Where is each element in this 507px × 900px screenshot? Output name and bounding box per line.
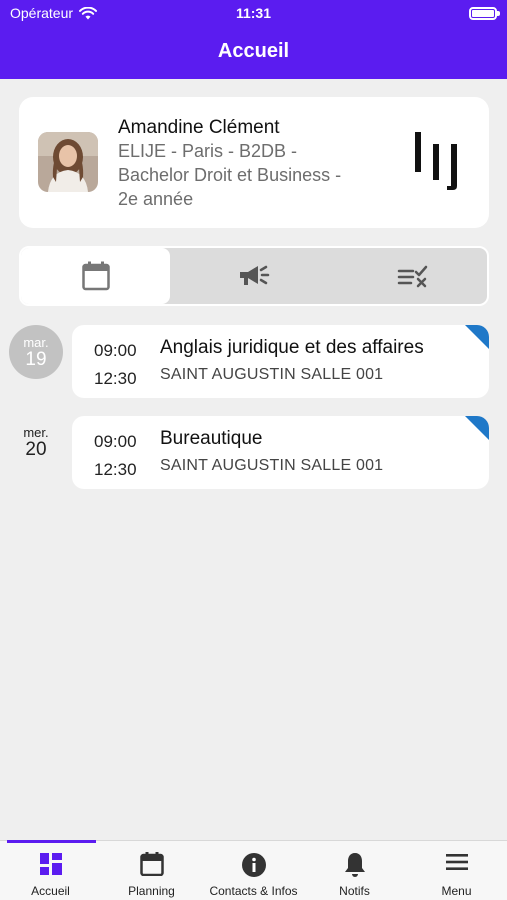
- profile-info: Amandine Clément ELIJE - Paris - B2DB - …: [118, 117, 388, 211]
- tab-menu[interactable]: Menu: [406, 841, 507, 900]
- tab-bar: Accueil Planning Contacts & Infos Notifs: [0, 840, 507, 900]
- calendar-icon: [81, 261, 110, 291]
- event-corner-tag: [465, 325, 489, 349]
- calendar-icon: [139, 852, 164, 876]
- date-badge: mer. 20: [9, 415, 63, 469]
- event-start: 09:00: [94, 432, 137, 451]
- checklist-icon: [397, 265, 427, 288]
- event-card[interactable]: 09:00 12:30 Bureautique SAINT AUGUSTIN S…: [72, 416, 489, 489]
- program-line-2: Bachelor Droit et Business -: [118, 165, 342, 185]
- student-name: Amandine Clément: [118, 117, 280, 138]
- dashboard-icon: [39, 853, 62, 875]
- profile-card[interactable]: Amandine Clément ELIJE - Paris - B2DB - …: [19, 97, 489, 228]
- bell-icon: [344, 853, 365, 877]
- school-logo: [415, 132, 457, 190]
- program-line-1: ELIJE - Paris - B2DB -: [118, 141, 298, 161]
- page-title: Accueil: [217, 40, 290, 62]
- megaphone-icon: [240, 265, 270, 285]
- status-bar: Opérateur 11:31: [10, 5, 500, 25]
- event-title: Anglais juridique et des affaires: [160, 337, 424, 358]
- program-line-3: 2e année: [118, 189, 194, 209]
- event-times: 09:00 12:30: [94, 428, 144, 484]
- event-end: 12:30: [94, 369, 137, 388]
- event-card[interactable]: 09:00 12:30 Anglais juridique et des aff…: [72, 325, 489, 398]
- battery-icon: [469, 7, 500, 20]
- segment-calendar[interactable]: [21, 248, 170, 304]
- event-corner-tag: [465, 416, 489, 440]
- event-title: Bureautique: [160, 428, 263, 449]
- event-start: 09:00: [94, 341, 137, 360]
- tab-accueil[interactable]: Accueil: [0, 841, 101, 900]
- weekday: mer.: [23, 425, 49, 440]
- view-switcher: [19, 246, 489, 306]
- event-room: SAINT AUGUSTIN SALLE 001: [160, 457, 384, 474]
- tab-label: Accueil: [31, 884, 70, 898]
- hamburger-menu-icon: [445, 854, 468, 870]
- day-number: 20: [25, 439, 47, 460]
- tab-planning[interactable]: Planning: [101, 841, 202, 900]
- tab-notifs[interactable]: Notifs: [304, 841, 405, 900]
- tab-label: Notifs: [339, 884, 370, 898]
- top-bar: Opérateur 11:31 Accueil: [0, 0, 507, 79]
- avatar: [38, 132, 98, 192]
- event-room: SAINT AUGUSTIN SALLE 001: [160, 366, 384, 383]
- day-number: 19: [25, 349, 47, 370]
- tab-contacts-infos[interactable]: Contacts & Infos: [203, 841, 304, 900]
- segment-tasks[interactable]: [338, 248, 487, 304]
- tab-label: Contacts & Infos: [209, 884, 298, 898]
- date-badge: mar. 19: [9, 325, 63, 379]
- tab-label: Menu: [441, 884, 472, 898]
- event-end: 12:30: [94, 460, 137, 479]
- weekday: mar.: [23, 335, 49, 350]
- tab-label: Planning: [128, 884, 175, 898]
- segment-announcements[interactable]: [170, 248, 338, 304]
- event-times: 09:00 12:30: [94, 337, 144, 393]
- clock: 11:31: [235, 5, 272, 21]
- info-icon: [241, 853, 266, 877]
